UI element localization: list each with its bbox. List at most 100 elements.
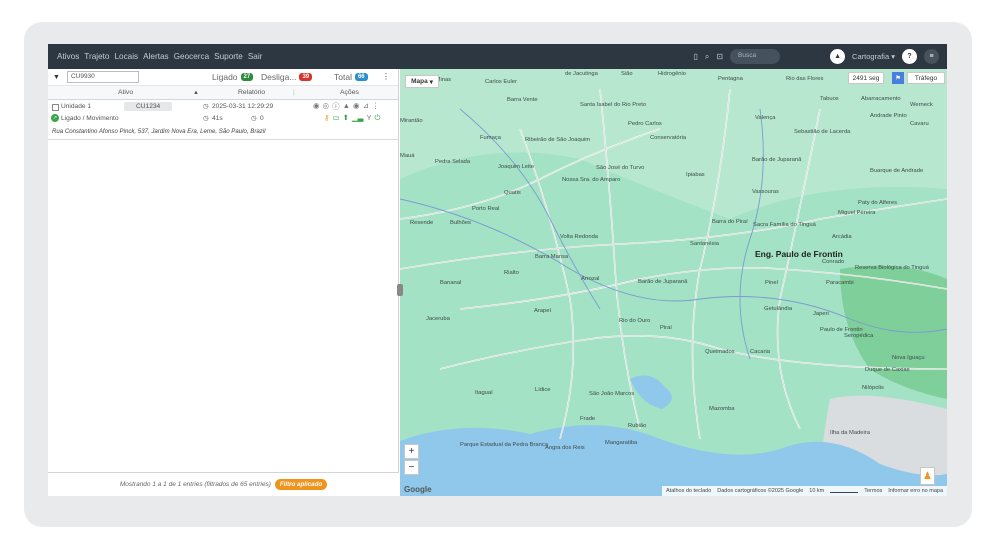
terms-link[interactable]: Termos (864, 488, 882, 494)
total-count-badge: 66 (354, 73, 368, 81)
asset-filter-input[interactable]: CU9930 (66, 71, 139, 83)
user-icon[interactable]: ▲ (830, 49, 846, 64)
map-place-label: Mazomba (709, 406, 735, 412)
signal-icon[interactable]: ⊿ (363, 101, 369, 112)
map-place-label: Sebastião de Lacerda (794, 129, 851, 135)
map-place-label: Bulhões (450, 220, 471, 226)
nav-alertas[interactable]: Alertas (143, 52, 168, 61)
desligado-label: Desliga... (261, 72, 297, 82)
help-icon[interactable]: ? (902, 49, 917, 64)
unit-plate: CU1234 (124, 102, 173, 111)
view-icon[interactable]: ◉ (353, 101, 360, 112)
map-place-label: Duque de Caxias (865, 367, 910, 373)
menu-icon[interactable]: ≡ (924, 49, 939, 64)
map-place-label: Quatis (504, 190, 521, 196)
nav-suporte[interactable]: Suporte (214, 52, 243, 61)
map-place-label: Conrado (822, 259, 844, 265)
table-row[interactable]: Unidade 1 CU1234 ◷ 2025-03-31 12:29:29 ◉… (48, 100, 398, 140)
map-place-label: Rio do Ouro (619, 318, 650, 324)
map-place-label: Barra do Piraí (712, 219, 748, 225)
map-place-label: Angra dos Reis (545, 445, 585, 451)
main-nav: Ativos Trajeto Locais Alertas Geocerca S… (48, 52, 262, 61)
map-place-label: Reserva Biológica do Tinguá (855, 265, 930, 271)
map-data-credit: Dados cartográficos ©2025 Google (717, 488, 804, 494)
search-input[interactable]: Busca (730, 49, 781, 64)
app-window: Ativos Trajeto Locais Alertas Geocerca S… (48, 44, 947, 496)
map-place-label: Conservatória (650, 135, 687, 141)
map-place-label: Mangaratiba (605, 440, 638, 446)
map-place-label: Seropédica (844, 333, 874, 339)
clock-icon: ◷ (203, 103, 209, 110)
map-place-label: Frade (580, 416, 595, 422)
map-place-label: Pedra Selada (435, 159, 471, 165)
pegman-icon[interactable]: ♟ (920, 467, 935, 485)
map-place-label: de Jacutinga (565, 71, 599, 77)
zoom-in-button[interactable]: + (404, 444, 419, 459)
google-logo: Google (404, 485, 432, 494)
keyboard-shortcuts-link[interactable]: Atalhos do teclado (666, 488, 711, 494)
unit-datetime: 2025-03-31 12:29:29 (212, 103, 274, 110)
map-place-label: Mirantão (400, 118, 423, 124)
document-icon[interactable]: ▯ (693, 52, 697, 61)
col-relatorio[interactable]: Relatório (238, 89, 265, 96)
more-options-icon[interactable]: ⋮ (382, 72, 390, 81)
zoom-out-button[interactable]: − (404, 460, 419, 475)
map-place-label: Abarracamento (861, 96, 901, 102)
map-place-label: Cavaru (910, 121, 929, 127)
map-area[interactable]: Bocaina de MinasCarlos Eulerde Jacutinga… (400, 69, 947, 496)
map-place-label: Tabuos (820, 96, 839, 102)
filter-applied-badge[interactable]: Filtro aplicado (274, 479, 328, 490)
nav-locais[interactable]: Locais (114, 52, 138, 61)
map-place-label: Volta Redonda (560, 234, 599, 240)
map-counter: 2491 seg (848, 72, 884, 84)
topbar-actions: ▯ ⌕ ⊡ Busca ▲ Cartografia ▾ ? ≡ (693, 44, 939, 69)
map-place-label: Nossa Sra. do Amparo (562, 177, 620, 183)
map-place-label: Barra Vente (507, 97, 538, 103)
total-label: Total (334, 72, 352, 82)
filter-icon[interactable]: ▼ (53, 74, 60, 81)
col-acoes[interactable]: Ações (340, 89, 359, 96)
map-place-label: Itaguaí (475, 390, 493, 396)
map-place-label: Buarque de Andrade (870, 168, 923, 174)
nav-geocerca[interactable]: Geocerca (174, 52, 210, 61)
unit-idle: 0 (260, 115, 264, 122)
map-place-label: Lídice (535, 387, 550, 393)
map-place-label: Japeri (813, 311, 829, 317)
cartografia-dropdown[interactable]: Cartografia ▾ (852, 52, 895, 61)
map-type-button[interactable]: Mapa ▾ (405, 75, 439, 88)
map-place-label: Sacra Família do Tinguá (753, 222, 817, 228)
ligado-filter[interactable]: Ligado 27 (212, 72, 254, 82)
map-place-label: Jaceruba (426, 316, 451, 322)
traffic-button[interactable]: Tráfego (907, 72, 945, 84)
camera-icon[interactable]: ◉ (313, 101, 320, 112)
map-place-label: Barra Mansa (535, 254, 569, 260)
report-error-link[interactable]: Informar erro no mapa (888, 488, 943, 494)
nav-sair[interactable]: Sair (248, 52, 263, 61)
row-checkbox[interactable] (52, 104, 59, 111)
pin-icon[interactable]: ⚑ (892, 72, 904, 84)
nav-ativos[interactable]: Ativos (57, 52, 79, 61)
antenna-icon: Y (366, 113, 372, 122)
total-filter[interactable]: Total 66 (334, 72, 368, 82)
lock-icon[interactable]: ⊡ (716, 52, 723, 61)
desligado-filter[interactable]: Desliga... 39 (261, 72, 313, 82)
more-actions-icon[interactable]: ⋮ (372, 101, 380, 112)
col-ativo[interactable]: Ativo (118, 89, 133, 96)
map-place-label: Andrade Pinto (870, 113, 907, 119)
info-icon[interactable]: ⓘ (332, 101, 340, 112)
map-place-label: Porto Real (472, 206, 499, 212)
panel-resize-handle[interactable] (397, 284, 403, 296)
search-icon[interactable]: ⌕ (705, 52, 709, 62)
table-footer: Mostrando 1 a 1 de 1 entries (filtrados … (48, 472, 399, 496)
unit-name: Unidade 1 (61, 103, 92, 110)
map-place-label: Arapeí (534, 308, 551, 314)
map-place-label: Ribeirão de São Joaquim (525, 137, 590, 143)
map-canvas[interactable]: Bocaina de MinasCarlos Eulerde Jacutinga… (400, 69, 947, 496)
top-navbar: Ativos Trajeto Locais Alertas Geocerca S… (48, 44, 947, 69)
sort-asc-icon[interactable]: ▲ (193, 90, 199, 96)
nav-trajeto[interactable]: Trajeto (84, 52, 109, 61)
map-place-label: Arrozal (581, 276, 599, 282)
map-attribution: Atalhos do teclado Dados cartográficos ©… (662, 486, 947, 496)
eye-icon[interactable]: ◎ (323, 101, 330, 112)
alert-icon[interactable]: ▲ (343, 101, 350, 112)
